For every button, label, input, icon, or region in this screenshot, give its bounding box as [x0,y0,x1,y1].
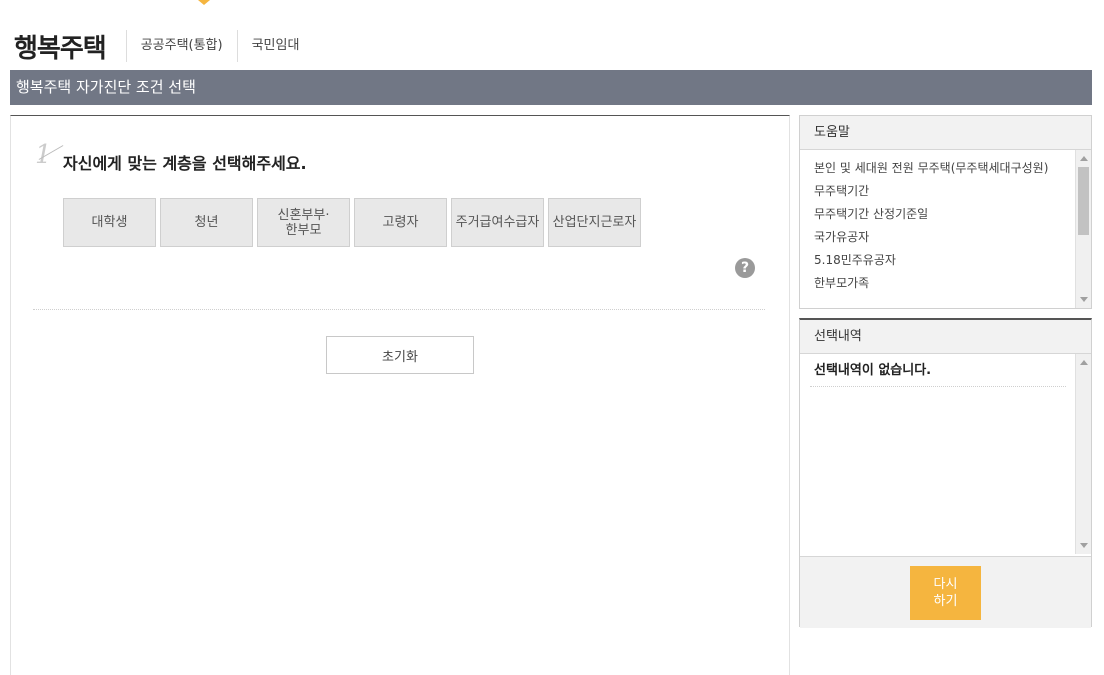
active-menu-marker [198,0,210,5]
retry-button[interactable]: 다시 하기 [910,566,981,620]
reset-button[interactable]: 초기화 [326,336,474,374]
help-item-no-house[interactable]: 본인 및 세대원 전원 무주택(무주택세대구성원) [814,162,1064,175]
category-options: 대학생 청년 신혼부부· 한부모 고령자 주거급여수급자 산업단지근로자 [63,198,645,247]
option-industrial-complex-worker[interactable]: 산업단지근로자 [548,198,641,247]
help-item-national-merit[interactable]: 국가유공자 [814,231,1064,244]
selection-empty-text: 선택내역이 없습니다. [810,356,1066,387]
help-item-period-base-date[interactable]: 무주택기간 산정기준일 [814,208,1064,221]
option-newlywed-single-parent[interactable]: 신혼부부· 한부모 [257,198,350,247]
selection-panel-title: 선택내역 [800,320,1091,354]
question-icon[interactable]: ? [735,258,755,278]
header: 행복주택 공공주택(통합) 국민임대 [14,28,313,64]
scroll-up-arrow-icon[interactable] [1080,360,1088,365]
main-panel: 1 자신에게 맞는 계층을 선택해주세요. 대학생 청년 신혼부부· 한부모 고… [10,115,790,675]
help-item-518-merit[interactable]: 5.18민주유공자 [814,254,1064,267]
option-youth[interactable]: 청년 [160,198,253,247]
selection-panel: 선택내역 선택내역이 없습니다. 다시 하기 [799,318,1092,628]
nav-national-rental[interactable]: 국민임대 [236,30,314,62]
scroll-thumb[interactable] [1078,167,1089,235]
selection-scrollbar[interactable] [1075,354,1091,554]
scroll-up-arrow-icon[interactable] [1080,156,1088,161]
help-scrollbar[interactable] [1075,150,1091,308]
scroll-down-arrow-icon[interactable] [1080,543,1088,548]
help-item-no-house-period[interactable]: 무주택기간 [814,185,1064,198]
dotted-divider [33,309,765,310]
section-title-bar: 행복주택 자가진단 조건 선택 [10,70,1092,105]
option-elderly[interactable]: 고령자 [354,198,447,247]
option-housing-benefit-recipient[interactable]: 주거급여수급자 [451,198,544,247]
step-title: 자신에게 맞는 계층을 선택해주세요. [63,154,307,173]
help-panel: 도움말 본인 및 세대원 전원 무주택(무주택세대구성원) 무주택기간 무주택기… [799,115,1092,309]
selection-content: 선택내역이 없습니다. [810,356,1066,387]
selection-footer: 다시 하기 [800,556,1091,628]
option-university-student[interactable]: 대학생 [63,198,156,247]
help-list: 본인 및 세대원 전원 무주택(무주택세대구성원) 무주택기간 무주택기간 산정… [814,162,1064,300]
brand-title[interactable]: 행복주택 [14,28,107,65]
nav-public-housing[interactable]: 공공주택(통합) [125,30,237,62]
help-panel-title: 도움말 [800,116,1091,150]
scroll-down-arrow-icon[interactable] [1080,297,1088,302]
help-item-single-parent-family[interactable]: 한부모가족 [814,277,1064,290]
